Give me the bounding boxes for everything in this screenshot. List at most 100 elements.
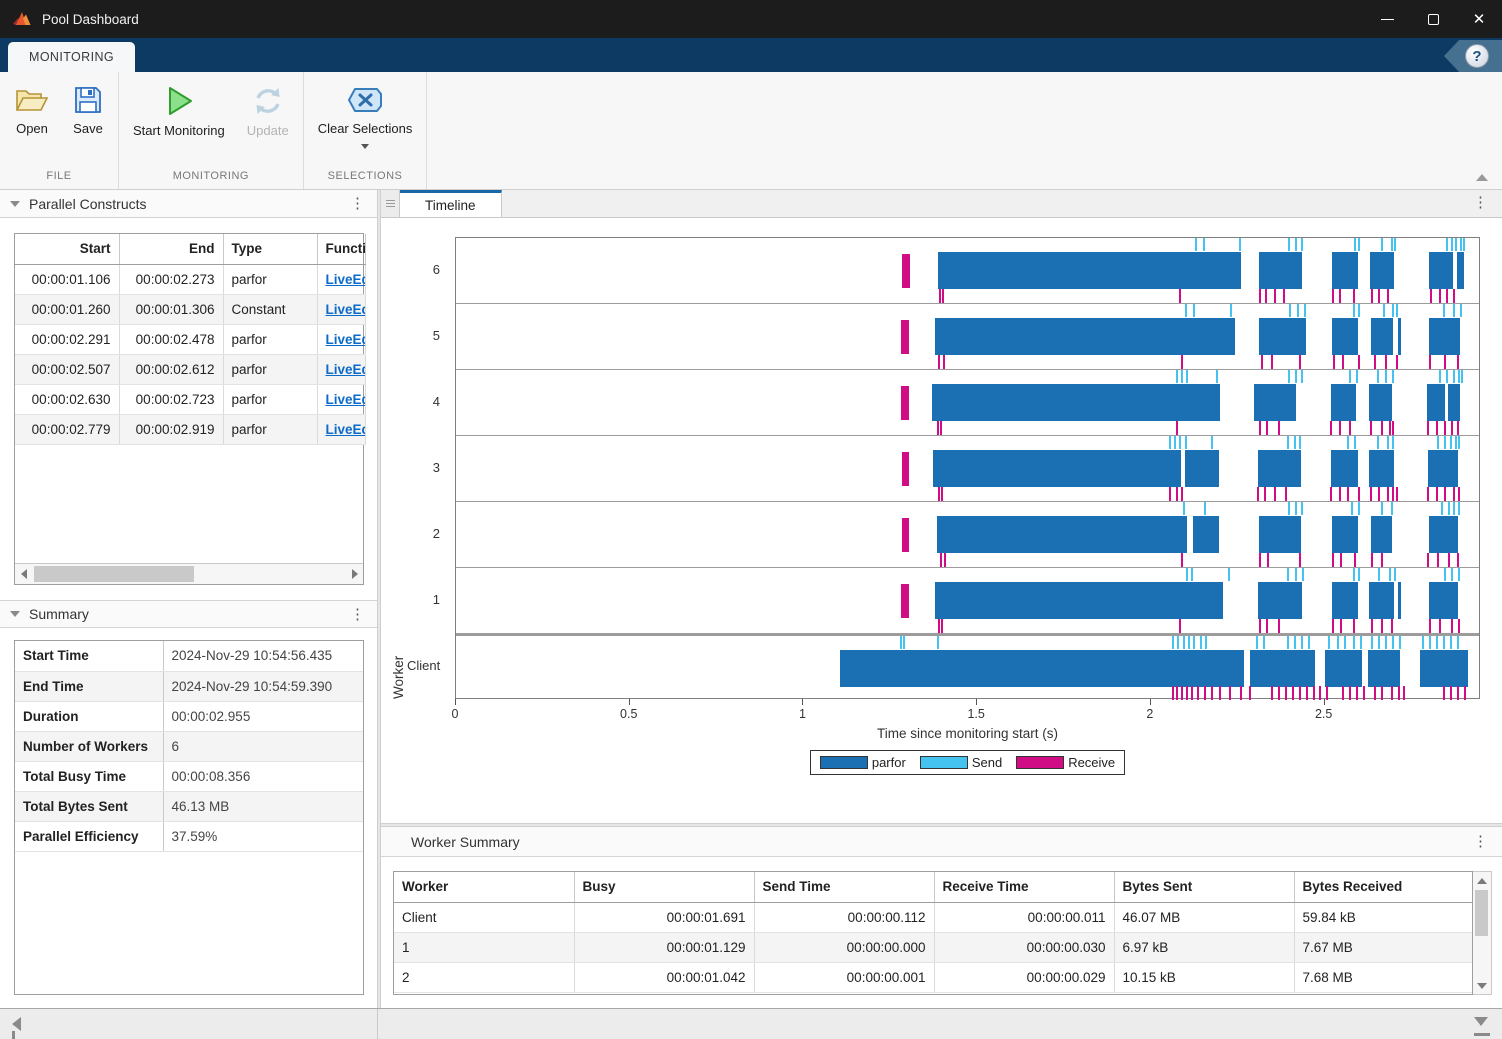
parfor-bar[interactable] [1331,450,1357,487]
table-row[interactable]: 00:00:02.77900:00:02.919parforLiveEd [15,414,365,444]
scroll-right-button[interactable] [346,564,363,584]
chevron-down-icon[interactable] [361,144,369,149]
column-header[interactable]: Type [223,234,317,264]
parfor-bar[interactable] [840,650,1245,687]
column-header[interactable]: Worker [394,872,574,902]
function-link[interactable]: LiveEd [326,392,366,407]
tab-grip[interactable] [381,190,400,217]
parfor-bar[interactable] [1250,650,1315,687]
table-row[interactable]: 00:00:02.29100:00:02.478parforLiveEd [15,324,365,354]
open-button[interactable]: Open [14,84,50,136]
column-header[interactable]: End [119,234,223,264]
clear-selections-button[interactable]: Clear Selections [318,84,413,149]
column-header[interactable]: Bytes Received [1294,872,1473,902]
scroll-up-button[interactable] [1473,872,1491,889]
collapse-left-panel-button[interactable] [12,1017,21,1031]
parfor-bar[interactable] [1369,582,1394,619]
parfor-bar[interactable] [1332,252,1357,289]
column-header[interactable]: Start [15,234,119,264]
parfor-bar[interactable] [1258,582,1302,619]
parfor-bar[interactable] [1331,384,1357,421]
parfor-bar[interactable] [1258,450,1301,487]
parfor-bar[interactable] [1254,384,1296,421]
constant-receive-bar[interactable] [901,584,909,618]
parfor-bar[interactable] [1429,252,1453,289]
function-link[interactable]: LiveEd [326,272,366,287]
collapse-panel-icon[interactable] [10,611,20,617]
parfor-bar[interactable] [937,516,1187,553]
table-row[interactable]: 00:00:02.63000:00:02.723parforLiveEd [15,384,365,414]
parfor-bar[interactable] [1429,318,1460,355]
function-link[interactable]: LiveEd [326,422,366,437]
parfor-bar[interactable] [1259,252,1302,289]
close-button[interactable]: ✕ [1456,0,1502,38]
kebab-menu-icon[interactable]: ⋮ [350,196,365,211]
parfor-bar[interactable] [1332,582,1358,619]
parfor-bar[interactable] [935,582,1224,619]
parfor-bar[interactable] [1259,516,1301,553]
parfor-bar[interactable] [1368,650,1400,687]
table-row[interactable]: 00:00:02.50700:00:02.612parforLiveEd [15,354,365,384]
parfor-bar[interactable] [1370,252,1394,289]
constant-receive-bar[interactable] [901,320,909,354]
save-button[interactable]: Save [72,84,104,136]
table-row[interactable]: 00:00:01.26000:00:01.306ConstantLiveEd [15,294,365,324]
scroll-left-button[interactable] [15,564,32,584]
parfor-bar[interactable] [1193,516,1219,553]
parfor-bar[interactable] [1369,450,1393,487]
parfor-bar[interactable] [938,252,1241,289]
help-button[interactable]: ? [1465,44,1489,68]
constant-receive-bar[interactable] [901,386,909,420]
column-header[interactable]: Receive Time [934,872,1114,902]
scrollbar-thumb[interactable] [1475,890,1488,936]
parfor-bar[interactable] [1371,516,1392,553]
parfor-bar[interactable] [1428,450,1459,487]
function-link[interactable]: LiveEd [326,332,366,347]
kebab-menu-icon[interactable]: ⋮ [350,607,365,622]
column-header[interactable]: Function [317,234,365,264]
scrollbar-thumb[interactable] [34,566,194,582]
constant-receive-bar[interactable] [902,254,910,288]
table-row[interactable]: 00:00:01.10600:00:02.273parforLiveEd [15,264,365,294]
maximize-button[interactable] [1410,0,1456,38]
tab-timeline[interactable]: Timeline [400,190,502,217]
parfor-bar[interactable] [1420,650,1469,687]
parfor-bar[interactable] [1325,650,1361,687]
parfor-bar[interactable] [1427,384,1445,421]
tab-monitoring[interactable]: MONITORING [8,42,135,72]
parfor-bar[interactable] [933,450,1181,487]
parfor-bar[interactable] [1332,516,1358,553]
vertical-scrollbar[interactable] [1473,871,1492,995]
parfor-bar[interactable] [1371,318,1393,355]
parfor-bar[interactable] [932,384,1220,421]
collapse-panel-icon[interactable] [10,201,20,207]
parfor-bar[interactable] [1332,318,1358,355]
parfor-bar[interactable] [1185,450,1219,487]
collapse-bottom-panel-button[interactable] [1474,1017,1488,1026]
parfor-bar[interactable] [1369,384,1393,421]
column-header[interactable]: Send Time [754,872,934,902]
minimize-button[interactable] [1364,0,1410,38]
table-row[interactable]: 100:00:01.12900:00:00.00000:00:00.0306.9… [394,932,1473,962]
parfor-bar[interactable] [1448,384,1460,421]
start-monitoring-button[interactable]: Start Monitoring [133,84,225,138]
parfor-bar[interactable] [1457,252,1464,289]
column-header[interactable]: Busy [574,872,754,902]
parfor-bar[interactable] [1259,318,1306,355]
kebab-menu-icon[interactable]: ⋮ [1473,195,1488,210]
table-row[interactable]: 200:00:01.04200:00:00.00100:00:00.02910.… [394,962,1473,992]
collapse-ribbon-button[interactable] [1474,174,1490,181]
parfor-bar[interactable] [1429,516,1458,553]
constant-receive-bar[interactable] [902,518,909,552]
table-row[interactable]: Client00:00:01.69100:00:00.11200:00:00.0… [394,902,1473,932]
parfor-bar[interactable] [1429,582,1458,619]
scroll-down-button[interactable] [1473,977,1491,994]
kebab-menu-icon[interactable]: ⋮ [1473,834,1488,849]
function-link[interactable]: LiveEd [326,362,366,377]
parfor-bar[interactable] [1398,318,1401,355]
horizontal-scrollbar[interactable] [15,563,363,584]
column-header[interactable]: Bytes Sent [1114,872,1294,902]
function-link[interactable]: LiveEd [326,302,366,317]
parfor-bar[interactable] [1398,582,1401,619]
parfor-bar[interactable] [935,318,1235,355]
